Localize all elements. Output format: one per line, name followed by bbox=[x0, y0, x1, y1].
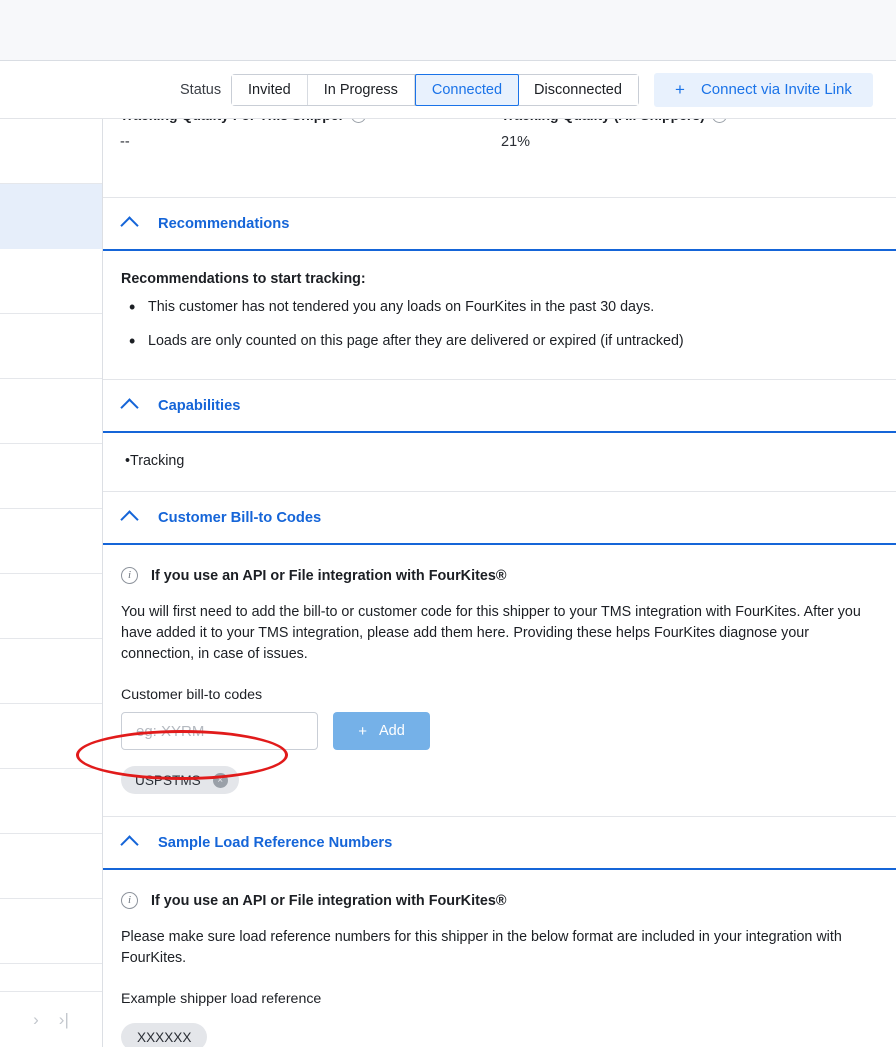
list-item-selected[interactable] bbox=[0, 184, 102, 249]
info-icon: i bbox=[121, 567, 138, 584]
connect-via-invite-link-button[interactable]: + Connect via Invite Link bbox=[654, 72, 873, 107]
list-item: This customer has not tendered you any l… bbox=[121, 297, 878, 318]
chevron-up-icon bbox=[121, 508, 140, 527]
list-item[interactable] bbox=[0, 444, 102, 509]
section-header-capabilities[interactable]: Capabilities bbox=[103, 380, 896, 433]
add-bill-to-code-button[interactable]: + Add bbox=[333, 712, 430, 750]
connect-via-invite-link-label: Connect via Invite Link bbox=[700, 81, 852, 98]
info-icon: i bbox=[121, 892, 138, 909]
metric-value: 21% bbox=[501, 134, 531, 150]
bill-to-paragraph: You will first need to add the bill-to o… bbox=[121, 604, 861, 662]
sample-refs-paragraph: Please make sure load reference numbers … bbox=[121, 929, 842, 966]
recommendations-list: This customer has not tendered you any l… bbox=[121, 297, 878, 352]
section-title-capabilities: Capabilities bbox=[158, 397, 241, 414]
top-gray-strip bbox=[0, 0, 896, 61]
metric-tracking-quality-this-shipper: Tracking Quality For This Shipper i -- bbox=[120, 119, 367, 150]
list-item[interactable] bbox=[0, 574, 102, 639]
api-integration-notice: i If you use an API or File integration … bbox=[121, 870, 878, 909]
list-item[interactable] bbox=[0, 119, 102, 184]
tracking-quality-metrics: Tracking Quality For This Shipper i -- T… bbox=[103, 119, 896, 198]
bill-to-code-input[interactable] bbox=[121, 712, 318, 750]
metric-label: Tracking Quality (All Shippers) i bbox=[501, 119, 727, 123]
metric-label: Tracking Quality For This Shipper i bbox=[120, 119, 367, 123]
list-item[interactable] bbox=[0, 639, 102, 704]
section-body-customer-bill-to-codes: i If you use an API or File integration … bbox=[103, 545, 896, 817]
section-body-recommendations: Recommendations to start tracking: This … bbox=[103, 251, 896, 380]
api-integration-notice: i If you use an API or File integration … bbox=[121, 545, 878, 584]
section-title-customer-bill-to-codes: Customer Bill-to Codes bbox=[158, 509, 322, 526]
recommendations-intro: Recommendations to start tracking: bbox=[121, 271, 366, 287]
status-segment-connected[interactable]: Connected bbox=[414, 73, 520, 106]
plus-icon: + bbox=[358, 722, 367, 740]
list-item: Loads are only counted on this page afte… bbox=[121, 331, 878, 352]
info-icon[interactable]: i bbox=[711, 119, 727, 123]
list-item[interactable] bbox=[0, 704, 102, 769]
api-integration-notice-text: If you use an API or File integration wi… bbox=[151, 567, 507, 584]
list-item[interactable] bbox=[0, 249, 102, 314]
list-item[interactable] bbox=[0, 379, 102, 444]
last-page-icon[interactable]: ›| bbox=[59, 1011, 69, 1028]
bill-to-field-label: Customer bill-to codes bbox=[121, 687, 263, 703]
status-segment-invited[interactable]: Invited bbox=[232, 74, 308, 105]
metric-value: -- bbox=[120, 134, 130, 150]
next-page-icon[interactable]: › bbox=[33, 1011, 39, 1028]
pagination-controls: › ›| bbox=[0, 991, 102, 1047]
example-chip-list: XXXXXX bbox=[121, 1023, 878, 1047]
chip-label: USPSTMS bbox=[135, 772, 201, 788]
metric-label-text: Tracking Quality (All Shippers) bbox=[501, 119, 705, 123]
bill-to-entry-row: + Add bbox=[121, 712, 878, 750]
shipper-detail-content: Tracking Quality For This Shipper i -- T… bbox=[103, 119, 896, 1047]
section-header-customer-bill-to-codes[interactable]: Customer Bill-to Codes bbox=[103, 492, 896, 545]
list-item[interactable] bbox=[0, 834, 102, 899]
section-body-capabilities: Tracking bbox=[103, 433, 896, 492]
list-item[interactable] bbox=[0, 899, 102, 964]
section-title-recommendations: Recommendations bbox=[158, 215, 290, 232]
list-item[interactable] bbox=[0, 509, 102, 574]
list-item[interactable] bbox=[0, 769, 102, 834]
metric-label-text: Tracking Quality For This Shipper bbox=[120, 119, 344, 123]
remove-chip-icon[interactable]: × bbox=[212, 772, 228, 788]
section-header-recommendations[interactable]: Recommendations bbox=[103, 198, 896, 251]
capability-item: Tracking bbox=[125, 453, 878, 469]
list-item[interactable] bbox=[0, 314, 102, 379]
add-button-label: Add bbox=[378, 723, 405, 739]
chevron-up-icon bbox=[121, 396, 140, 415]
bill-to-chip-list: USPSTMS × bbox=[121, 766, 878, 816]
section-header-sample-load-reference-numbers[interactable]: Sample Load Reference Numbers bbox=[103, 817, 896, 870]
metric-tracking-quality-all-shippers: Tracking Quality (All Shippers) i 21% bbox=[501, 119, 727, 150]
info-icon[interactable]: i bbox=[351, 119, 367, 123]
status-filter-label: Status bbox=[180, 81, 222, 98]
shipper-list-panel[interactable]: › ›| bbox=[0, 119, 103, 1047]
section-body-sample-load-reference-numbers: i If you use an API or File integration … bbox=[103, 870, 896, 1047]
plus-icon: + bbox=[675, 80, 685, 99]
section-title-sample-load-reference-numbers: Sample Load Reference Numbers bbox=[158, 834, 393, 851]
example-load-reference-chip: XXXXXX bbox=[121, 1023, 208, 1047]
status-segmented-control: Invited In Progress Connected Disconnect… bbox=[231, 73, 639, 106]
status-segment-disconnected[interactable]: Disconnected bbox=[518, 74, 638, 105]
bill-to-chip-uspstms[interactable]: USPSTMS × bbox=[121, 766, 239, 794]
status-segment-in-progress[interactable]: In Progress bbox=[307, 74, 415, 105]
example-shipper-load-reference-label: Example shipper load reference bbox=[121, 991, 322, 1007]
api-integration-notice-text: If you use an API or File integration wi… bbox=[151, 892, 507, 909]
shipper-detail-page: Status Invited In Progress Connected Dis… bbox=[0, 0, 896, 1047]
status-toolbar: Status Invited In Progress Connected Dis… bbox=[0, 61, 896, 119]
chevron-up-icon bbox=[121, 833, 140, 852]
chevron-up-icon bbox=[121, 214, 140, 233]
